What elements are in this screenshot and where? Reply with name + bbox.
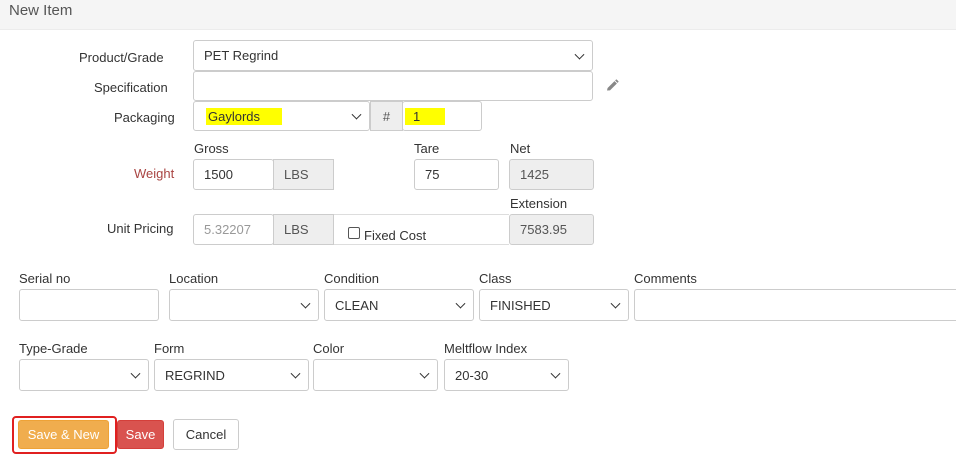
page-title: New Item <box>9 2 73 19</box>
extension-value: 7583.95 <box>520 222 567 237</box>
unit-price-input[interactable]: 5.32207 <box>193 214 274 245</box>
form-select[interactable]: REGRIND <box>154 359 309 391</box>
net-label: Net <box>510 141 531 156</box>
fixed-cost-label[interactable]: Fixed Cost <box>364 228 426 243</box>
panel-header: New Item <box>0 0 956 30</box>
condition-value: CLEAN <box>335 297 379 313</box>
product-grade-select[interactable]: PET Regrind <box>193 40 593 71</box>
meltflow-index-value: 20-30 <box>455 367 489 383</box>
type-grade-label: Type-Grade <box>19 341 88 356</box>
save-and-new-button[interactable]: Save & New <box>18 420 109 449</box>
condition-select[interactable]: CLEAN <box>324 289 474 321</box>
meltflow-index-select[interactable]: 20-30 <box>444 359 569 391</box>
color-select[interactable] <box>313 359 438 391</box>
packaging-label: Packaging <box>114 110 175 125</box>
cancel-label: Cancel <box>185 427 227 442</box>
comments-label: Comments <box>634 271 697 286</box>
save-label: Save <box>125 427 156 442</box>
price-unit-addon: LBS <box>273 214 334 245</box>
specification-input[interactable] <box>193 71 593 101</box>
packaging-value: Gaylords <box>206 107 283 125</box>
gross-unit-addon: LBS <box>273 159 334 190</box>
type-grade-select[interactable] <box>19 359 149 391</box>
extension-readonly: 7583.95 <box>509 214 594 245</box>
cancel-button[interactable]: Cancel <box>173 419 239 450</box>
tare-value: 75 <box>425 167 440 182</box>
tare-label: Tare <box>414 141 440 156</box>
gross-value: 1500 <box>204 167 233 182</box>
save-and-new-label: Save & New <box>27 427 100 442</box>
extension-label: Extension <box>510 196 568 211</box>
serial-no-input[interactable] <box>19 289 159 321</box>
unit-price-value: 5.32207 <box>204 222 251 237</box>
meltflow-index-label: Meltflow Index <box>444 341 528 356</box>
pencil-icon[interactable] <box>604 78 620 94</box>
gross-input[interactable]: 1500 <box>193 159 274 190</box>
weight-label: Weight <box>134 166 175 181</box>
class-label: Class <box>479 271 512 286</box>
net-value: 1425 <box>520 167 549 182</box>
form-value: REGRIND <box>165 367 225 383</box>
location-label: Location <box>169 271 219 286</box>
serial-no-label: Serial no <box>19 271 71 286</box>
packaging-select[interactable]: Gaylords <box>193 101 370 131</box>
fixed-cost-checkbox[interactable] <box>348 227 360 239</box>
condition-label: Condition <box>324 271 379 286</box>
location-select[interactable] <box>169 289 319 321</box>
class-select[interactable]: FINISHED <box>479 289 629 321</box>
specification-label: Specification <box>94 80 168 95</box>
comments-input[interactable] <box>634 289 956 321</box>
packaging-count-value: 1 <box>405 107 445 125</box>
net-readonly: 1425 <box>509 159 594 190</box>
save-button[interactable]: Save <box>117 420 164 449</box>
product-grade-value: PET Regrind <box>204 48 279 63</box>
price-unit: LBS <box>284 222 309 237</box>
hash-symbol: # <box>382 108 391 124</box>
class-value: FINISHED <box>490 297 551 313</box>
gross-label: Gross <box>194 141 229 156</box>
tare-input[interactable]: 75 <box>414 159 499 190</box>
unit-pricing-label: Unit Pricing <box>107 221 174 236</box>
form-label: Form <box>154 341 185 356</box>
packaging-count-input[interactable]: 1 <box>402 101 482 131</box>
count-prefix-addon: # <box>370 101 403 131</box>
color-label: Color <box>313 341 345 356</box>
product-grade-label: Product/Grade <box>79 50 164 65</box>
gross-unit: LBS <box>284 167 309 182</box>
